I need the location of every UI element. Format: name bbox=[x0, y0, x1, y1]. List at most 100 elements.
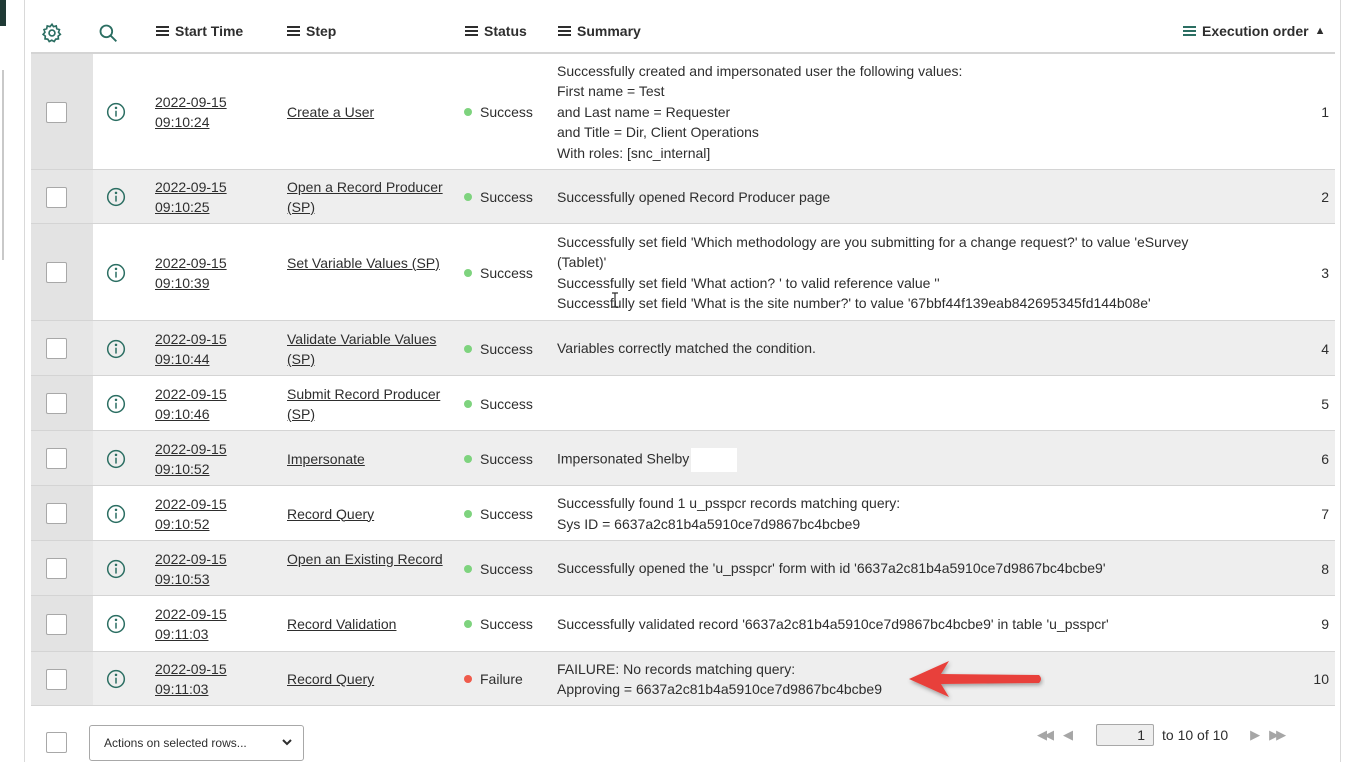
status-label: Success bbox=[480, 450, 533, 467]
execution-order-value: 3 bbox=[1321, 264, 1329, 281]
info-icon[interactable] bbox=[106, 449, 126, 469]
summary-line: First name = Test bbox=[557, 83, 665, 100]
summary-line: Successfully set field 'Which methodolog… bbox=[557, 233, 1189, 271]
start-time-link[interactable]: 2022-09-15 09:10:24 bbox=[155, 92, 227, 132]
start-date: 2022-09-15 bbox=[155, 179, 227, 195]
test-results-table: Start Time Step Status Summary Execution… bbox=[31, 0, 1335, 706]
left-edge bbox=[0, 0, 6, 762]
hamburger-icon[interactable] bbox=[287, 26, 300, 36]
table-header: Start Time Step Status Summary Execution… bbox=[31, 0, 1335, 54]
step-link[interactable]: Validate Variable Values (SP) bbox=[287, 329, 447, 369]
row-checkbox[interactable] bbox=[46, 448, 67, 469]
info-icon[interactable] bbox=[106, 263, 126, 283]
step-link[interactable]: Submit Record Producer (SP) bbox=[287, 384, 447, 424]
start-date: 2022-09-15 bbox=[155, 661, 227, 677]
search-icon[interactable] bbox=[98, 23, 118, 46]
info-icon[interactable] bbox=[106, 187, 126, 207]
info-icon[interactable] bbox=[106, 504, 126, 524]
step-link[interactable]: Record Query bbox=[287, 504, 447, 524]
status-dot bbox=[464, 509, 472, 518]
summary-cell: Successfully validated record '6637a2c81… bbox=[557, 614, 1197, 635]
status-cell: Success bbox=[464, 504, 533, 524]
hamburger-icon[interactable] bbox=[156, 26, 169, 36]
hamburger-icon[interactable] bbox=[465, 26, 478, 36]
start-clock: 09:10:39 bbox=[155, 274, 210, 291]
status-label: Success bbox=[480, 395, 533, 412]
step-link[interactable]: Open a Record Producer (SP) bbox=[287, 177, 447, 217]
status-cell: Success bbox=[464, 449, 533, 469]
summary-line: Sys ID = 6637a2c81b4a5910ce7d9867bc4bcbe… bbox=[557, 515, 861, 532]
col-status[interactable]: Status bbox=[465, 23, 527, 39]
next-page-icon[interactable]: ▶ bbox=[1250, 727, 1260, 743]
previous-page-icon[interactable]: ◀ bbox=[1063, 727, 1073, 743]
summary-cell: Successfully opened the 'u_psspcr' form … bbox=[557, 558, 1197, 579]
start-date: 2022-09-15 bbox=[155, 385, 227, 402]
table-row[interactable]: 2022-09-15 09:10:46 Submit Record Producer… bbox=[31, 376, 1335, 431]
page-input[interactable]: 1 bbox=[1096, 724, 1154, 746]
table-row[interactable]: 2022-09-15 09:11:03 Record Validation Succe… bbox=[31, 596, 1335, 652]
table-row[interactable]: 2022-09-15 09:11:03 Record Query Failure FAI… bbox=[31, 652, 1335, 706]
actions-select[interactable]: Actions on selected rows... bbox=[89, 725, 304, 761]
start-time-link[interactable]: 2022-09-15 09:10:46 bbox=[155, 384, 227, 424]
table-row[interactable]: 2022-09-15 09:10:24 Create a User Success Su… bbox=[31, 54, 1335, 170]
start-time-link[interactable]: 2022-09-15 09:11:03 bbox=[155, 604, 227, 644]
row-checkbox[interactable] bbox=[46, 613, 67, 635]
status-dot bbox=[464, 108, 472, 116]
row-checkbox[interactable] bbox=[46, 338, 67, 359]
sort-ascending-icon[interactable]: ▲ bbox=[1315, 25, 1326, 37]
info-icon[interactable] bbox=[106, 669, 126, 689]
start-time-link[interactable]: 2022-09-15 09:10:25 bbox=[155, 177, 227, 217]
table-row[interactable]: 2022-09-15 09:10:44 Validate Variable Valu… bbox=[31, 321, 1335, 376]
step-link[interactable]: Impersonate bbox=[287, 449, 447, 469]
step-link[interactable]: Set Variable Values (SP) bbox=[287, 253, 447, 273]
step-link[interactable]: Record Validation bbox=[287, 614, 447, 634]
col-summary[interactable]: Summary bbox=[558, 23, 641, 39]
row-checkbox[interactable] bbox=[46, 668, 67, 690]
table-row[interactable]: 2022-09-15 09:10:39 Set Variable Values (S… bbox=[31, 224, 1335, 321]
last-page-icon[interactable]: ▶▶ bbox=[1269, 727, 1286, 743]
hamburger-icon[interactable] bbox=[558, 26, 571, 36]
hamburger-icon[interactable] bbox=[1183, 26, 1196, 36]
start-time-link[interactable]: 2022-09-15 09:10:53 bbox=[155, 549, 227, 589]
info-icon[interactable] bbox=[106, 394, 126, 414]
row-checkbox[interactable] bbox=[46, 101, 67, 123]
table-row[interactable]: 2022-09-15 09:10:52 Impersonate Success Impe… bbox=[31, 431, 1335, 486]
step-link[interactable]: Create a User bbox=[287, 102, 447, 122]
info-icon[interactable] bbox=[106, 102, 126, 122]
col-step[interactable]: Step bbox=[287, 23, 336, 39]
row-checkbox[interactable] bbox=[46, 262, 67, 283]
step-link[interactable]: Open an Existing Record bbox=[287, 549, 447, 569]
info-icon[interactable] bbox=[106, 614, 126, 634]
info-icon[interactable] bbox=[106, 559, 126, 579]
col-start-time[interactable]: Start Time bbox=[156, 23, 243, 39]
start-time-link[interactable]: 2022-09-15 09:11:03 bbox=[155, 659, 227, 699]
start-time-link[interactable]: 2022-09-15 09:10:44 bbox=[155, 329, 227, 369]
execution-order-value: 2 bbox=[1321, 189, 1329, 205]
table-row[interactable]: 2022-09-15 09:10:25 Open a Record Producer… bbox=[31, 170, 1335, 224]
row-checkbox[interactable] bbox=[46, 393, 67, 414]
left-scroll-track bbox=[2, 70, 4, 260]
start-clock: 09:10:44 bbox=[155, 350, 210, 367]
col-execution-order-label: Execution order bbox=[1202, 23, 1309, 39]
first-page-icon[interactable]: ◀◀ bbox=[1037, 727, 1054, 743]
table-row[interactable]: 2022-09-15 09:10:53 Open an Existing Recor… bbox=[31, 541, 1335, 596]
row-checkbox[interactable] bbox=[46, 558, 67, 579]
summary-line: Successfully set field 'What is the site… bbox=[557, 295, 1151, 311]
row-checkbox[interactable] bbox=[46, 186, 67, 208]
status-cell: Success bbox=[464, 394, 533, 414]
start-time-link[interactable]: 2022-09-15 09:10:52 bbox=[155, 439, 227, 479]
summary-line: Successfully created and impersonated us… bbox=[557, 62, 963, 79]
step-link[interactable]: Record Query bbox=[287, 669, 447, 689]
page-range: to 10 of 10 bbox=[1162, 727, 1229, 743]
table-row[interactable]: 2022-09-15 09:10:52 Record Query Success Suc… bbox=[31, 486, 1335, 541]
status-label: Success bbox=[480, 189, 533, 205]
start-time-link[interactable]: 2022-09-15 09:10:52 bbox=[155, 494, 227, 534]
summary-line: With roles: [snc_internal] bbox=[557, 144, 711, 161]
info-icon[interactable] bbox=[106, 339, 126, 359]
summary-line: FAILURE: No records matching query: bbox=[557, 660, 796, 677]
start-time-link[interactable]: 2022-09-15 09:10:39 bbox=[155, 253, 227, 293]
select-all-checkbox[interactable] bbox=[46, 732, 67, 753]
gear-icon[interactable] bbox=[41, 22, 63, 47]
row-checkbox[interactable] bbox=[46, 503, 67, 524]
col-execution-order[interactable]: Execution order ▲ bbox=[1183, 23, 1325, 39]
